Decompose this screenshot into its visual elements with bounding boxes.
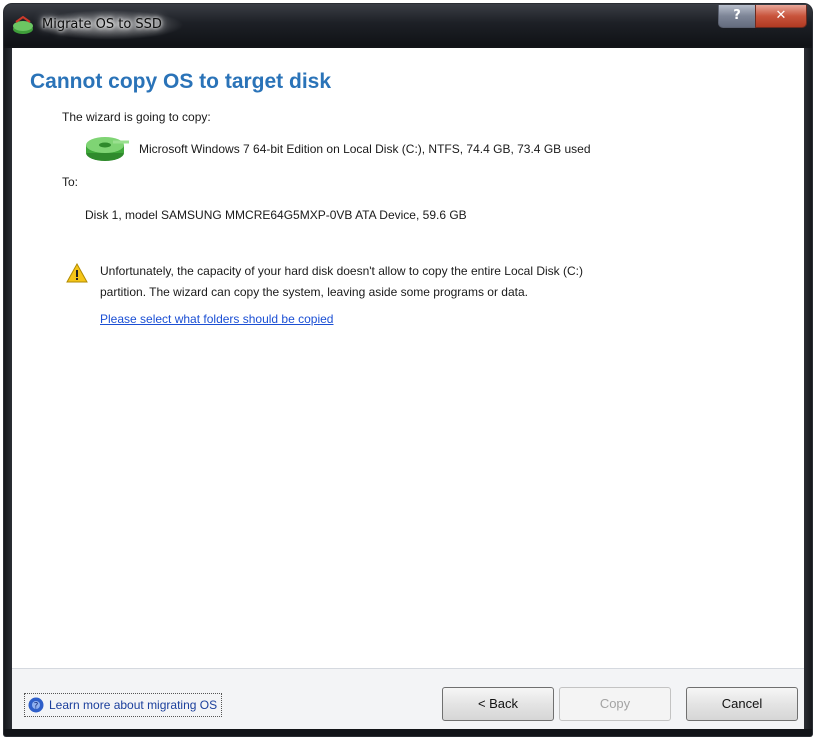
warning-triangle-icon [66,263,88,283]
source-partition: Microsoft Windows 7 64-bit Edition on Lo… [139,142,591,156]
learn-more-label: Learn more about migrating OS [49,698,218,712]
learn-more-link[interactable]: ? Learn more about migrating OS [24,693,223,717]
window-title: Migrate OS to SSD [42,17,162,32]
page-title: Cannot copy OS to target disk [30,70,332,93]
migrate-os-window: Migrate OS to SSD ? ✕ Cannot copy OS to … [4,4,812,736]
wizard-footer: ? Learn more about migrating OS < Back C… [12,669,804,729]
green-disk-icon [86,137,129,161]
title-bar[interactable]: Migrate OS to SSD ? ✕ [4,4,812,46]
target-disk: Disk 1, model SAMSUNG MMCRE64G5MXP-0VB A… [85,208,467,222]
intro-text: The wizard is going to copy: [62,110,211,124]
close-button[interactable]: ✕ [755,5,807,28]
app-disk-icon [13,16,33,34]
warning-line-1: Unfortunately, the capacity of your hard… [100,264,583,278]
help-circle-icon: ? [28,697,44,713]
select-folders-link[interactable]: Please select what folders should be cop… [100,312,333,326]
to-label: To: [62,175,79,189]
cancel-button[interactable]: Cancel [686,687,798,721]
frame-right [804,48,812,729]
warning-line-2: partition. The wizard can copy the syste… [100,285,528,299]
help-button[interactable]: ? [718,5,756,28]
wizard-content: Cannot copy OS to target disk The wizard… [12,48,804,729]
copy-button[interactable]: Copy [559,687,671,721]
svg-text:?: ? [34,702,39,712]
back-button[interactable]: < Back [442,687,554,721]
frame-left [4,48,12,729]
